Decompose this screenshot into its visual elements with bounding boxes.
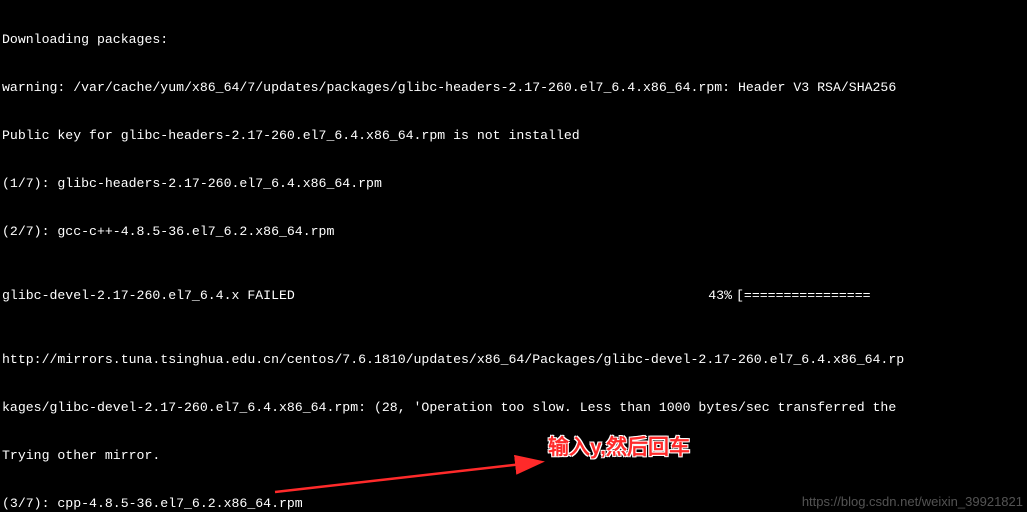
progress-label: glibc-devel-2.17-260.el7_6.4.x FAILED [2,288,692,304]
progress-bar: [================ [736,288,906,304]
progress-percent: 43% [692,288,736,304]
terminal-window[interactable]: Downloading packages: warning: /var/cach… [0,0,1027,512]
output-line: Downloading packages: [2,32,1025,48]
output-line: Trying other mirror. [2,448,1025,464]
output-line: http://mirrors.tuna.tsinghua.edu.cn/cent… [2,352,1025,368]
output-line: (3/7): cpp-4.8.5-36.el7_6.2.x86_64.rpm [2,496,1025,512]
output-line: warning: /var/cache/yum/x86_64/7/updates… [2,80,1025,96]
output-line: kages/glibc-devel-2.17-260.el7_6.4.x86_6… [2,400,1025,416]
progress-line: glibc-devel-2.17-260.el7_6.4.x FAILED 43… [2,288,1025,304]
output-line: (2/7): gcc-c++-4.8.5-36.el7_6.2.x86_64.r… [2,224,1025,240]
output-line: Public key for glibc-headers-2.17-260.el… [2,128,1025,144]
output-line: (1/7): glibc-headers-2.17-260.el7_6.4.x8… [2,176,1025,192]
